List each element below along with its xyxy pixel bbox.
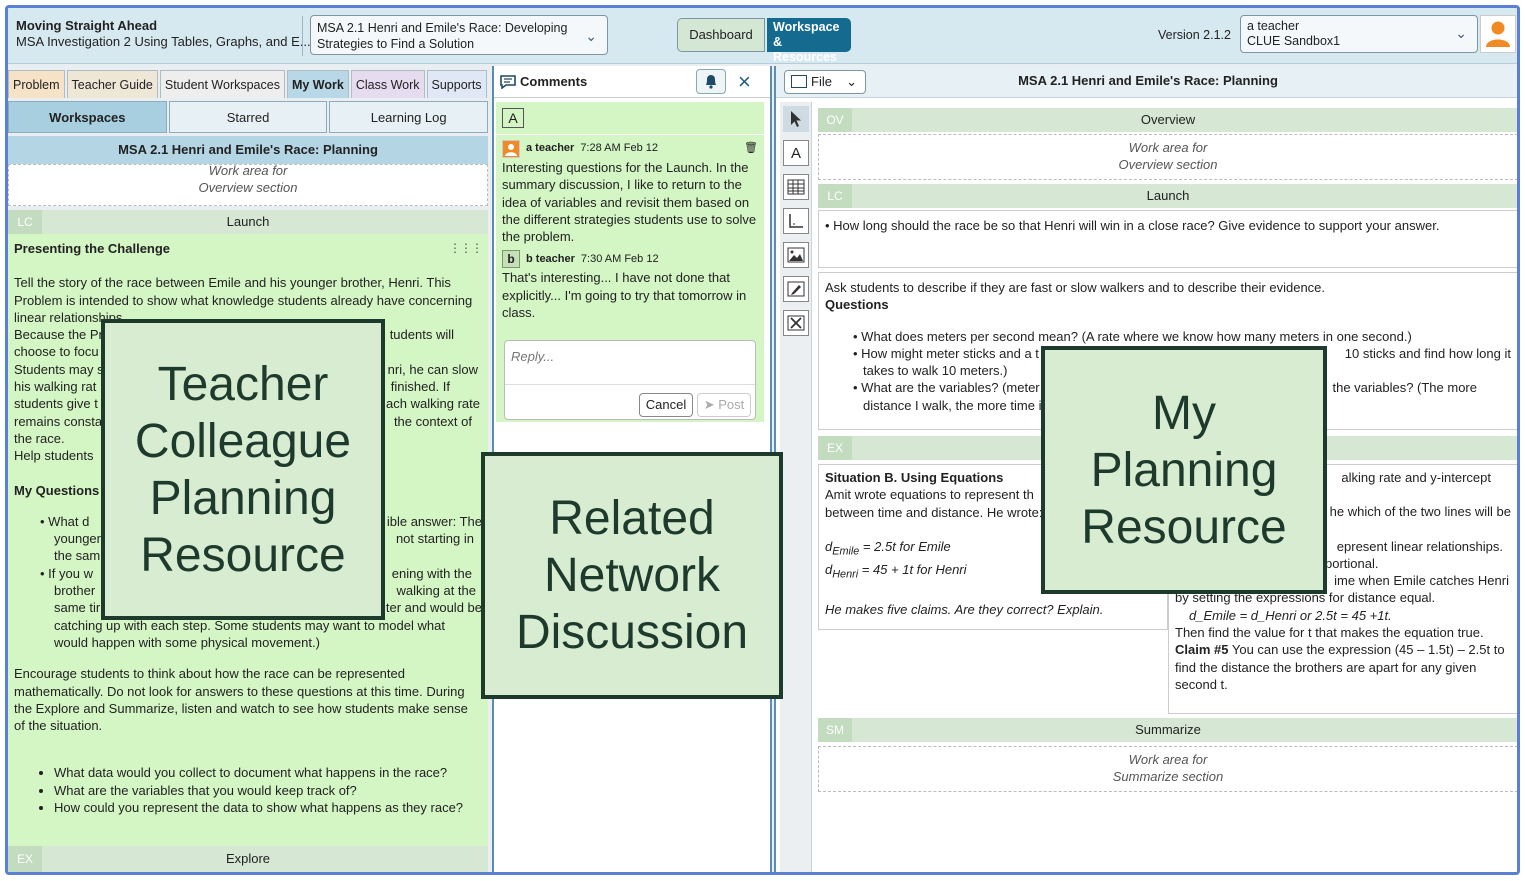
tab-student-workspaces[interactable]: Student Workspaces: [159, 70, 285, 98]
delete-icon: [787, 315, 805, 331]
section-code: SM: [818, 718, 852, 742]
summarize-work-area[interactable]: Work area for Summarize section: [818, 746, 1517, 792]
text-tile-icon: A: [502, 108, 524, 128]
section-launch-bar: LC Launch: [8, 210, 488, 234]
pencil-icon: [787, 281, 805, 297]
user-icon: [1486, 21, 1510, 47]
image-icon: [787, 247, 805, 263]
reply-box[interactable]: Reply... Cancel ➤ Post: [504, 340, 756, 420]
notify-bell-button[interactable]: [696, 69, 726, 94]
workspace-title: MSA 2.1 Henri and Emile's Race: Planning: [1018, 73, 1278, 88]
comments-title: Comments: [520, 74, 588, 89]
tool-palette: A: [780, 102, 812, 872]
section-code: OV: [818, 108, 852, 132]
section-launch-bar: LC Launch: [818, 184, 1517, 208]
avatar-b: b: [502, 250, 520, 269]
subtab-starred[interactable]: Starred: [168, 101, 328, 133]
app-header: Moving Straight Ahead MSA Investigation …: [8, 8, 1517, 64]
close-icon[interactable]: ×: [738, 69, 751, 95]
workspace-resources-button[interactable]: Workspace & Resources: [767, 18, 851, 64]
overview-work-area[interactable]: Work area for Overview section: [818, 134, 1517, 180]
comments-thread: A a teacher 7:28 AM Feb 12 🗑 Interesting…: [496, 102, 764, 422]
comment-2: b b teacher 7:30 AM Feb 12 That's intere…: [502, 250, 747, 321]
my-planning-overlay: My Planning Resource: [1041, 346, 1327, 594]
subtab-learning-log[interactable]: Learning Log: [329, 101, 489, 133]
pointer-icon: [791, 111, 801, 127]
section-code: EX: [818, 436, 852, 460]
version-label: Version 2.1.2: [1158, 28, 1231, 42]
comment-1: a teacher 7:28 AM Feb 12 🗑 Interesting q…: [496, 139, 764, 245]
drag-handle-icon[interactable]: ⋮⋮⋮: [449, 240, 483, 257]
comment-icon: [500, 75, 516, 89]
graph-icon: [789, 214, 803, 228]
table-icon: [787, 179, 805, 195]
my-work-subtabs: Workspaces Starred Learning Log: [8, 101, 489, 133]
trash-icon[interactable]: 🗑: [744, 140, 758, 157]
related-network-overlay: Related Network Discussion: [481, 452, 783, 699]
resource-tabs: Problem Teacher Guide Student Workspaces…: [8, 70, 487, 98]
graph-tool[interactable]: [783, 208, 809, 234]
comments-header: Comments ×: [494, 66, 770, 98]
unit-title: Moving Straight Ahead MSA Investigation …: [16, 18, 311, 49]
user-icon: [502, 140, 520, 158]
section-code: LC: [8, 210, 42, 234]
section-explore-bar: EX Explore: [8, 846, 488, 872]
app-window: Moving Straight Ahead MSA Investigation …: [5, 5, 1520, 875]
chevron-down-icon: ⌄: [585, 28, 597, 44]
select-tool[interactable]: [783, 106, 809, 132]
section-code: EX: [8, 846, 42, 872]
user-select[interactable]: a teacher CLUE Sandbox1 ⌄: [1240, 15, 1478, 53]
problem-select[interactable]: MSA 2.1 Henri and Emile's Race: Developi…: [310, 15, 608, 55]
bell-icon: [706, 75, 716, 89]
dashboard-button[interactable]: Dashboard: [677, 18, 765, 52]
divider: [302, 16, 303, 56]
tab-my-work[interactable]: My Work: [286, 70, 349, 98]
section-code: LC: [818, 184, 852, 208]
section-overview-bar: OV Overview: [818, 108, 1517, 132]
section-summarize-bar: SM Summarize: [818, 718, 1517, 742]
document-title: MSA 2.1 Henri and Emile's Race: Planning: [8, 136, 488, 164]
post-button[interactable]: ➤ Post: [697, 393, 751, 417]
subtab-workspaces[interactable]: Workspaces: [8, 101, 167, 133]
reply-input[interactable]: Reply...: [505, 341, 755, 385]
user-avatar[interactable]: [1480, 15, 1516, 53]
chevron-down-icon: ⌄: [1455, 25, 1467, 41]
drawing-tool[interactable]: [783, 276, 809, 302]
tab-teacher-guide[interactable]: Teacher Guide: [66, 70, 158, 98]
launch-bullet-list: What data would you collect to document …: [54, 764, 482, 816]
table-tool[interactable]: [783, 174, 809, 200]
workspace-header: File ⌄ MSA 2.1 Henri and Emile's Race: P…: [776, 66, 1517, 98]
cancel-button[interactable]: Cancel: [639, 393, 693, 417]
tab-class-work[interactable]: Class Work: [350, 70, 425, 98]
text-icon: A: [790, 144, 801, 162]
delete-tool[interactable]: [783, 310, 809, 336]
overview-work-area: Work area for Overview section: [8, 164, 488, 206]
image-tool[interactable]: [783, 242, 809, 268]
tab-problem[interactable]: Problem: [8, 70, 65, 98]
tab-supports[interactable]: Supports: [426, 70, 487, 98]
launch-question-tile[interactable]: • How long should the race be so that He…: [818, 210, 1517, 268]
text-tool[interactable]: A: [783, 140, 809, 166]
teacher-colleague-overlay: Teacher Colleague Planning Resource: [101, 319, 385, 620]
